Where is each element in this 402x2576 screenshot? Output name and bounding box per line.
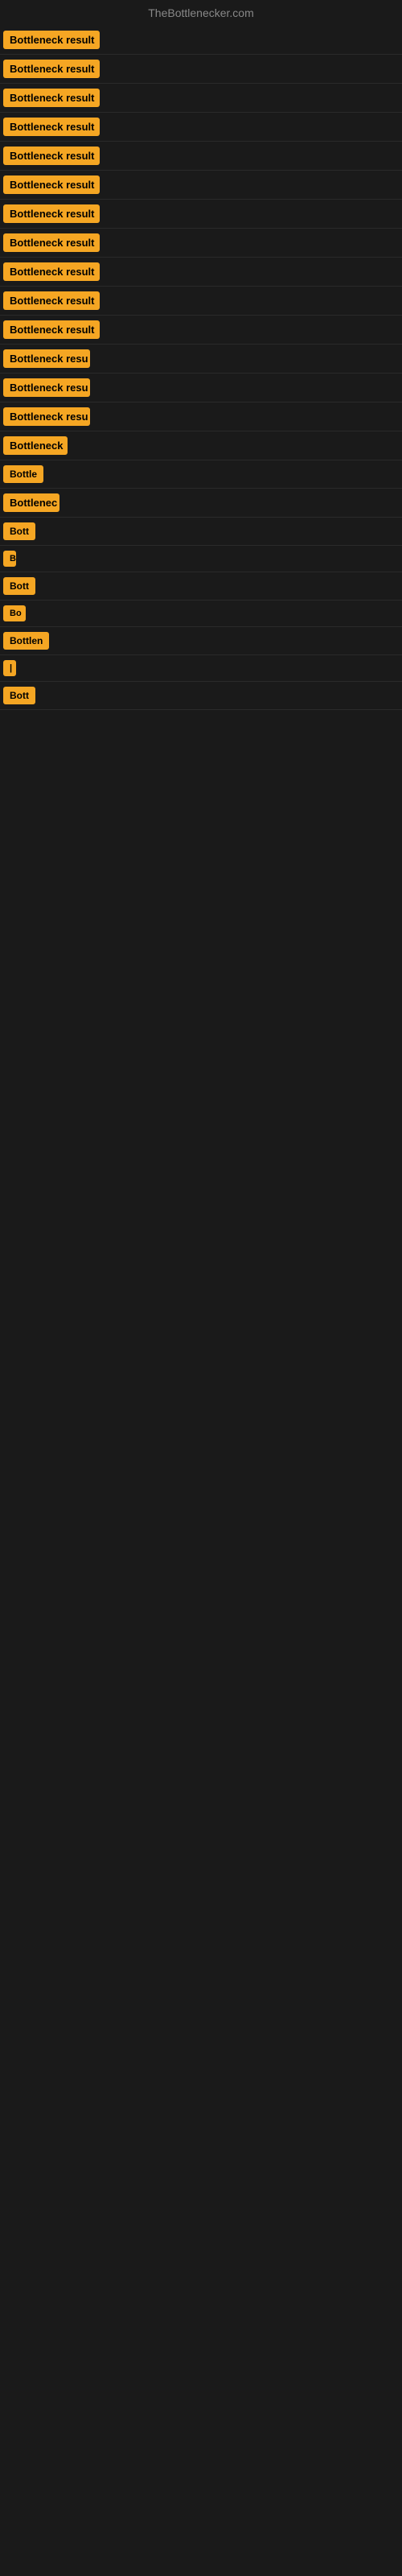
list-item[interactable]: Bottleneck result — [0, 171, 402, 200]
bottleneck-badge[interactable]: Bottleneck result — [3, 89, 100, 107]
bottleneck-badge[interactable]: Bott — [3, 687, 35, 704]
bottleneck-badge[interactable]: Bottleneck result — [3, 147, 100, 165]
rows-container: Bottleneck result Bottleneck result Bottle… — [0, 26, 402, 710]
bottleneck-badge[interactable]: Bottleneck resu — [3, 378, 90, 397]
list-item[interactable]: B — [0, 546, 402, 572]
bottleneck-badge[interactable]: Bottleneck result — [3, 31, 100, 49]
bottleneck-badge[interactable]: Bottleneck result — [3, 118, 100, 136]
bottleneck-badge[interactable]: Bottleneck result — [3, 204, 100, 223]
list-item[interactable]: | — [0, 655, 402, 682]
list-item[interactable]: Bottleneck result — [0, 229, 402, 258]
bottleneck-badge[interactable]: Bottleneck result — [3, 262, 100, 281]
bottleneck-badge[interactable]: Bottleneck result — [3, 233, 100, 252]
bottleneck-badge[interactable]: Bottleneck resu — [3, 349, 90, 368]
bottleneck-badge[interactable]: Bottlen — [3, 632, 49, 650]
list-item[interactable]: Bottleneck resu — [0, 402, 402, 431]
bottleneck-badge[interactable]: Bottleneck result — [3, 320, 100, 339]
list-item[interactable]: Bo — [0, 601, 402, 627]
bottleneck-badge[interactable]: Bottle — [3, 465, 43, 483]
list-item[interactable]: Bottlen — [0, 627, 402, 655]
list-item[interactable]: Bottleneck result — [0, 113, 402, 142]
list-item[interactable]: Bottleneck result — [0, 287, 402, 316]
bottleneck-badge[interactable]: Bott — [3, 577, 35, 595]
bottleneck-badge[interactable]: B — [3, 551, 16, 567]
bottleneck-badge[interactable]: Bott — [3, 522, 35, 540]
bottleneck-badge[interactable]: Bottleneck result — [3, 175, 100, 194]
list-item[interactable]: Bottlenec — [0, 489, 402, 518]
list-item[interactable]: Bottleneck — [0, 431, 402, 460]
bottleneck-badge[interactable]: Bottlenec — [3, 493, 59, 512]
list-item[interactable]: Bott — [0, 572, 402, 601]
bottleneck-badge[interactable]: Bo — [3, 605, 26, 621]
list-item[interactable]: Bottleneck resu — [0, 345, 402, 374]
list-item[interactable]: Bottleneck resu — [0, 374, 402, 402]
list-item[interactable]: Bottleneck result — [0, 55, 402, 84]
list-item[interactable]: Bottleneck result — [0, 200, 402, 229]
bottleneck-badge[interactable]: Bottleneck result — [3, 291, 100, 310]
bottleneck-badge[interactable]: Bottleneck — [3, 436, 68, 455]
list-item[interactable]: Bott — [0, 682, 402, 710]
bottleneck-badge[interactable]: Bottleneck resu — [3, 407, 90, 426]
list-item[interactable]: Bottleneck result — [0, 258, 402, 287]
bottleneck-badge[interactable]: Bottleneck result — [3, 60, 100, 78]
list-item[interactable]: Bottle — [0, 460, 402, 489]
site-title: TheBottlenecker.com — [0, 0, 402, 26]
list-item[interactable]: Bottleneck result — [0, 316, 402, 345]
list-item[interactable]: Bottleneck result — [0, 142, 402, 171]
bottleneck-badge[interactable]: | — [3, 660, 16, 676]
list-item[interactable]: Bottleneck result — [0, 84, 402, 113]
list-item[interactable]: Bott — [0, 518, 402, 546]
list-item[interactable]: Bottleneck result — [0, 26, 402, 55]
